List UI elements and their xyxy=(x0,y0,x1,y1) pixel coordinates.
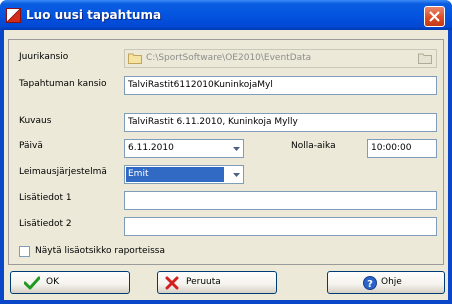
title-bar[interactable]: Luo uusi tapahtuma xyxy=(0,0,452,30)
description-label: Kuvaus xyxy=(19,116,52,126)
help-icon: ? xyxy=(363,276,377,290)
ok-button-label: OK xyxy=(46,277,59,287)
extra1-input[interactable] xyxy=(124,191,437,210)
description-input[interactable]: TalviRastit 6.11.2010, Kuninkoja Mylly xyxy=(124,113,437,132)
event-folder-label: Tapahtuman kansio xyxy=(19,79,107,89)
dialog-window: Luo uusi tapahtuma Juurikansio C:\SportS… xyxy=(0,0,452,304)
orienteering-flag-icon xyxy=(6,8,21,23)
extra2-input[interactable] xyxy=(124,217,437,236)
chevron-down-icon[interactable] xyxy=(233,147,240,151)
browse-folder-icon xyxy=(418,53,432,64)
extra1-label: Lisätiedot 1 xyxy=(19,193,72,203)
punching-system-value: Emit xyxy=(126,167,224,182)
form-panel: Juurikansio C:\SportSoftware\OE2010\Even… xyxy=(8,39,444,265)
cancel-button[interactable]: Peruuta xyxy=(157,271,277,294)
zero-time-label: Nolla-aika xyxy=(291,141,336,151)
help-button-label: Ohje xyxy=(381,277,402,287)
chevron-down-icon[interactable] xyxy=(233,173,240,177)
checkmark-icon xyxy=(24,276,40,290)
date-value: 6.11.2010 xyxy=(128,143,174,153)
ok-button[interactable]: OK xyxy=(10,271,130,294)
root-folder-field: C:\SportSoftware\OE2010\EventData xyxy=(124,49,437,68)
root-folder-value: C:\SportSoftware\OE2010\EventData xyxy=(146,53,312,63)
root-folder-label: Juurikansio xyxy=(19,52,69,62)
date-label: Päivä xyxy=(19,141,43,151)
show-extra-header-label: Näytä lisäotsikko raporteissa xyxy=(35,246,165,256)
punching-system-select[interactable]: Emit xyxy=(124,165,244,184)
window-title: Luo uusi tapahtuma xyxy=(26,8,162,22)
close-icon xyxy=(429,11,440,22)
folder-icon xyxy=(128,53,142,64)
close-button[interactable] xyxy=(424,6,445,27)
date-picker[interactable]: 6.11.2010 xyxy=(124,139,244,158)
zero-time-input[interactable]: 10:00:00 xyxy=(367,139,437,158)
red-x-icon xyxy=(165,276,179,290)
punching-system-label: Leimausjärjestelmä xyxy=(19,167,107,177)
extra2-label: Lisätiedot 2 xyxy=(19,219,72,229)
show-extra-header-checkbox[interactable] xyxy=(19,246,30,257)
dialog-client-area: Juurikansio C:\SportSoftware\OE2010\Even… xyxy=(4,30,448,300)
help-button[interactable]: ? Ohje xyxy=(327,271,445,294)
cancel-button-label: Peruuta xyxy=(186,277,221,287)
event-folder-input[interactable]: TalviRastit6112010KuninkojaMyl xyxy=(124,76,437,95)
svg-text:?: ? xyxy=(367,279,373,290)
